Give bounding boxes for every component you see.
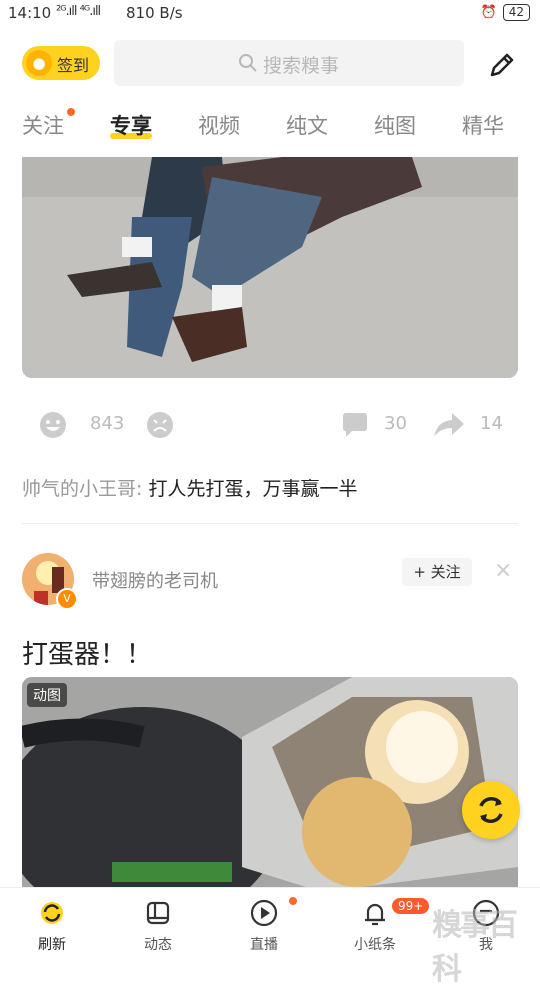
comment-username[interactable]: 帅气的小王哥:	[22, 478, 142, 500]
status-bar: 14:10 ²ᴳ.ıll ⁴ᴳ.ıll 810 B/s ⏰ 42	[0, 0, 540, 28]
close-icon[interactable]: ×	[494, 558, 512, 583]
tab-label: 纯图	[374, 114, 416, 138]
tab-label: 视频	[198, 114, 240, 138]
search-placeholder: 搜索糗事	[263, 55, 340, 77]
watermark: 糗事百科	[432, 908, 518, 987]
unread-badge: 99+	[390, 896, 432, 916]
top-bar: ● 签到 搜索糗事	[0, 40, 540, 88]
nav-refresh[interactable]: 刷新	[12, 898, 92, 954]
follow-button[interactable]: + 关注	[402, 558, 472, 586]
nav-label: 动态	[144, 937, 172, 953]
bell-icon	[365, 903, 385, 926]
post-gif[interactable]	[22, 677, 518, 892]
tab-image[interactable]: 纯图	[374, 110, 416, 140]
share-icon[interactable]	[432, 410, 466, 445]
post-photo	[22, 157, 518, 378]
tab-video[interactable]: 视频	[198, 110, 240, 140]
share-count: 14	[480, 413, 503, 434]
checkin-label: 签到	[57, 56, 90, 75]
post-title[interactable]: 打蛋器！！	[22, 634, 152, 671]
tab-follow[interactable]: 关注	[22, 110, 64, 140]
tab-exclusive[interactable]: 专享	[110, 110, 152, 140]
post-actions: 843 30 14	[0, 405, 540, 449]
verified-icon: V	[56, 588, 78, 610]
nav-label: 直播	[250, 937, 278, 953]
checkin-button[interactable]: ● 签到	[22, 46, 100, 80]
battery-indicator: 42	[502, 4, 530, 21]
alarm-icon: ⏰	[480, 5, 497, 20]
post-divider	[22, 523, 518, 524]
author-name[interactable]: 带翅膀的老司机	[92, 567, 218, 593]
status-right: ⏰ 42	[481, 4, 530, 21]
search-input[interactable]: 搜索糗事	[114, 40, 464, 86]
comment-text: 打人先打蛋，万事赢一半	[148, 478, 358, 500]
like-icon[interactable]	[38, 410, 68, 445]
post-photo	[22, 677, 518, 892]
nav-label: 刷新	[38, 937, 66, 953]
nav-feed[interactable]: 动态	[118, 898, 198, 954]
search-icon	[239, 54, 257, 72]
tab-text[interactable]: 纯文	[286, 110, 328, 140]
tab-featured[interactable]: 精华	[462, 110, 504, 140]
tab-label: 纯文	[286, 114, 328, 138]
feed-icon	[146, 901, 170, 925]
refresh-icon	[479, 797, 503, 823]
coin-icon: ●	[26, 50, 52, 76]
category-tabs: 关注 专享 视频 纯文 纯图 精华	[0, 108, 540, 146]
network-speed: 810 B/s	[126, 4, 183, 22]
notification-dot	[289, 897, 297, 905]
nav-live[interactable]: 直播	[224, 898, 304, 954]
comment-icon[interactable]	[340, 410, 370, 445]
refresh-button[interactable]	[462, 781, 520, 839]
comment-count: 30	[384, 413, 407, 434]
dislike-icon[interactable]	[145, 410, 175, 445]
gif-badge: 动图	[27, 683, 67, 707]
edit-icon[interactable]	[486, 49, 518, 81]
tab-label: 专享	[110, 114, 152, 138]
nav-label: 小纸条	[354, 937, 396, 953]
refresh-icon	[41, 902, 63, 924]
like-count: 843	[90, 413, 125, 434]
play-icon	[250, 899, 278, 927]
notification-dot	[67, 108, 75, 116]
tab-label: 关注	[22, 114, 64, 138]
tab-label: 精华	[462, 114, 504, 138]
hot-comment[interactable]: 帅气的小王哥: 打人先打蛋，万事赢一半	[22, 474, 357, 501]
post-image[interactable]	[22, 157, 518, 378]
signal-icon: ²ᴳ.ıll ⁴ᴳ.ıll	[56, 4, 101, 19]
status-time: 14:10	[8, 4, 52, 22]
